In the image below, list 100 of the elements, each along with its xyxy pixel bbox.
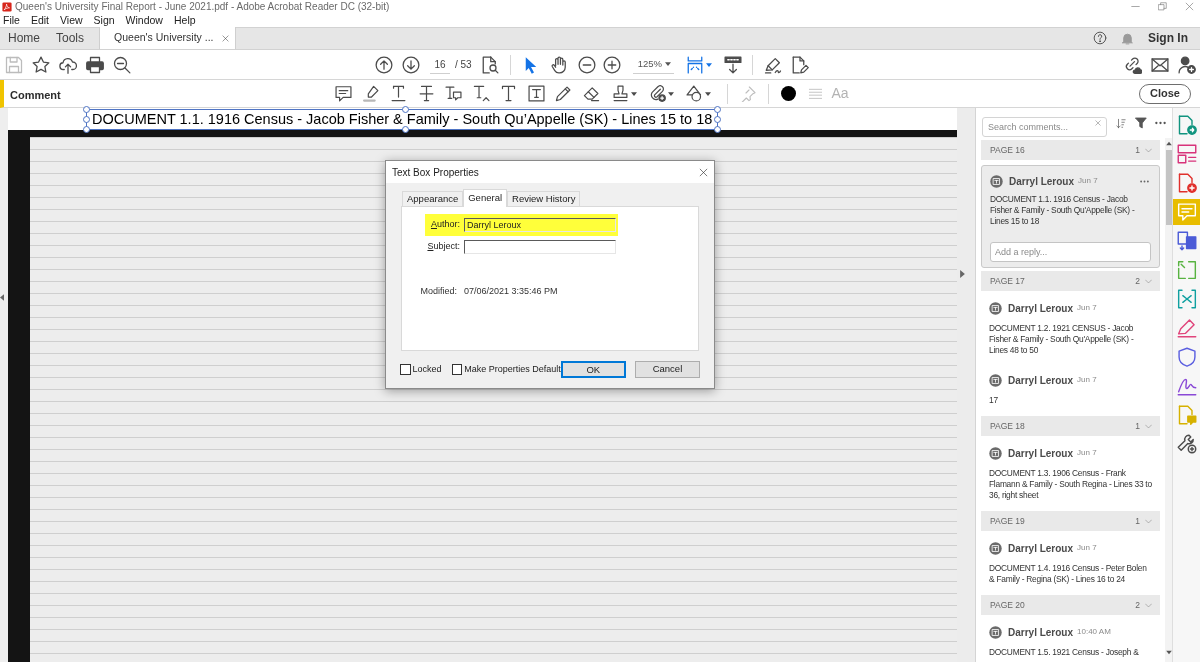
- text-box-icon[interactable]: [527, 85, 545, 102]
- page-label: PAGE 16: [990, 143, 1025, 157]
- text-tool-icon[interactable]: [500, 85, 517, 102]
- scrollbar-thumb[interactable]: [1165, 150, 1172, 225]
- tab[interactable]: Home: [0, 27, 48, 49]
- dialog-tab[interactable]: General: [463, 189, 508, 207]
- text-box-comment-icon: [989, 541, 1002, 555]
- collapse-left-icon[interactable]: [0, 294, 4, 301]
- export-pdf-icon[interactable]: [1176, 114, 1197, 135]
- more-options-icon[interactable]: [1155, 121, 1166, 125]
- search-comments-field[interactable]: Search comments...: [982, 117, 1107, 137]
- menu-item[interactable]: Window: [125, 13, 163, 27]
- tab[interactable]: Queen's University ...: [99, 27, 236, 49]
- stamp-icon[interactable]: [611, 85, 629, 102]
- scrolling-mode-icon[interactable]: [723, 55, 742, 74]
- fill-sign-icon[interactable]: [1176, 317, 1197, 338]
- magnifier-minus-icon[interactable]: [113, 55, 131, 74]
- caret-icon[interactable]: [667, 91, 674, 96]
- tab-close-icon[interactable]: [221, 34, 229, 42]
- help-icon[interactable]: [1093, 31, 1107, 45]
- shield-icon[interactable]: [1176, 346, 1197, 367]
- shapes-icon[interactable]: [685, 85, 703, 102]
- sign-in-button[interactable]: Sign In: [1148, 29, 1188, 47]
- comment-author: Darryl Leroux: [1008, 373, 1074, 388]
- scroll-down-icon[interactable]: [1165, 650, 1172, 655]
- page-label: PAGE 19: [990, 514, 1025, 528]
- page-search-icon[interactable]: [480, 55, 499, 74]
- dialog-button[interactable]: OK: [560, 361, 626, 378]
- comment-options-icon[interactable]: [1140, 179, 1149, 183]
- dialog-button[interactable]: Cancel: [634, 361, 700, 378]
- zoom-in-icon[interactable]: [602, 55, 621, 74]
- more-tools-icon[interactable]: [1176, 433, 1197, 454]
- print-icon[interactable]: [86, 55, 104, 74]
- dialog-tab[interactable]: Appearance: [402, 191, 464, 206]
- close-icon[interactable]: [699, 167, 708, 177]
- caret-icon[interactable]: [630, 91, 637, 96]
- pencil-icon[interactable]: [555, 85, 572, 102]
- close-button[interactable]: Close: [1139, 83, 1191, 104]
- menu-item[interactable]: Edit: [30, 13, 49, 27]
- comment-text: DOCUMENT 1.3. 1906 Census - Frank Flamann & Family - South Regina - Lines 33 to 36, right sheet: [989, 468, 1152, 501]
- caret-icon[interactable]: [704, 91, 711, 96]
- resize-handle[interactable]: [402, 106, 410, 113]
- insert-text-icon[interactable]: [472, 85, 490, 102]
- document-heading: DOCUMENT 1.1. 1916 Census - Jacob Fisher & Family - South Qu’Appelle (SK) - Lines 15 to 18: [92, 113, 713, 126]
- menu-item[interactable]: File: [3, 13, 20, 27]
- text-box-comment-icon: [990, 174, 1003, 188]
- comment-count: 2: [1135, 598, 1140, 612]
- eraser-icon[interactable]: [582, 85, 600, 102]
- text-box-comment-icon: [989, 625, 1002, 639]
- next-page-icon[interactable]: [402, 55, 420, 74]
- add-person-icon[interactable]: [1178, 55, 1196, 74]
- hand-icon[interactable]: [549, 55, 568, 74]
- sort-icon[interactable]: [1116, 116, 1126, 130]
- underline-text-icon[interactable]: [390, 85, 407, 102]
- color-swatch-icon[interactable]: [780, 86, 796, 101]
- scroll-up-icon[interactable]: [1165, 141, 1172, 146]
- filter-icon[interactable]: [1135, 117, 1147, 129]
- caret-icon[interactable]: [664, 62, 671, 66]
- strikethrough-text-icon[interactable]: [417, 85, 435, 102]
- pen-sign-icon[interactable]: [763, 55, 782, 74]
- menu-item[interactable]: Sign: [93, 13, 115, 27]
- checkbox-label[interactable]: Locked: [412, 362, 442, 377]
- checkbox[interactable]: [451, 364, 463, 375]
- caret-icon[interactable]: [705, 62, 712, 67]
- collapse-right-icon[interactable]: [960, 270, 965, 278]
- tab[interactable]: Tools: [48, 27, 93, 49]
- create-pdf-icon[interactable]: [1176, 172, 1197, 193]
- scrollbar[interactable]: [1165, 138, 1172, 662]
- text-field[interactable]: Darryl Leroux: [464, 218, 616, 232]
- highlighter-icon[interactable]: [362, 85, 380, 102]
- text-box-comment-icon: [989, 373, 1002, 387]
- organize-pages-icon[interactable]: [1176, 143, 1197, 164]
- menu-item[interactable]: View: [60, 13, 83, 27]
- zoom-dropdown[interactable]: 125%: [632, 55, 674, 74]
- replace-text-icon[interactable]: [445, 85, 462, 102]
- link-cloud-icon[interactable]: [1124, 55, 1142, 74]
- checkbox-label[interactable]: Make Properties Default: [464, 362, 561, 377]
- combine-files-icon[interactable]: [1176, 230, 1197, 251]
- modified-label: Modified:: [419, 285, 457, 298]
- fit-page-icon[interactable]: [685, 55, 704, 74]
- compress-icon[interactable]: [1176, 288, 1197, 309]
- comment-card[interactable]: Darryl Leroux Jun 7 DOCUMENT 1.1. 1916 Census - Jacob Fisher & Family - South Qu'Appelle (SK) - Lines 15 to 18 Add a reply...: [981, 165, 1160, 268]
- page-count: / 53: [455, 58, 472, 72]
- checkbox[interactable]: [400, 364, 411, 375]
- dialog-tab[interactable]: Review History: [507, 191, 581, 206]
- sticky-note-icon[interactable]: [335, 85, 352, 102]
- cloud-upload-icon[interactable]: [59, 55, 77, 74]
- comment-date: Jun 7: [1078, 175, 1098, 187]
- text-field[interactable]: [464, 240, 616, 254]
- reply-field[interactable]: Add a reply...: [990, 242, 1151, 262]
- field-label: Subject:: [426, 240, 460, 254]
- zoom-out-icon[interactable]: [577, 55, 596, 74]
- previous-page-icon[interactable]: [375, 55, 393, 74]
- paperclip-icon[interactable]: [648, 85, 666, 102]
- mail-icon[interactable]: [1151, 55, 1169, 74]
- star-icon[interactable]: [32, 55, 50, 74]
- edit-document-icon[interactable]: [790, 55, 809, 74]
- menu-item[interactable]: Help: [173, 13, 196, 27]
- comment-count: 1: [1135, 419, 1140, 433]
- window-title: Queen's University Final Report - June 2021.pdf - Adobe Acrobat Reader DC (32-bit): [15, 0, 390, 13]
